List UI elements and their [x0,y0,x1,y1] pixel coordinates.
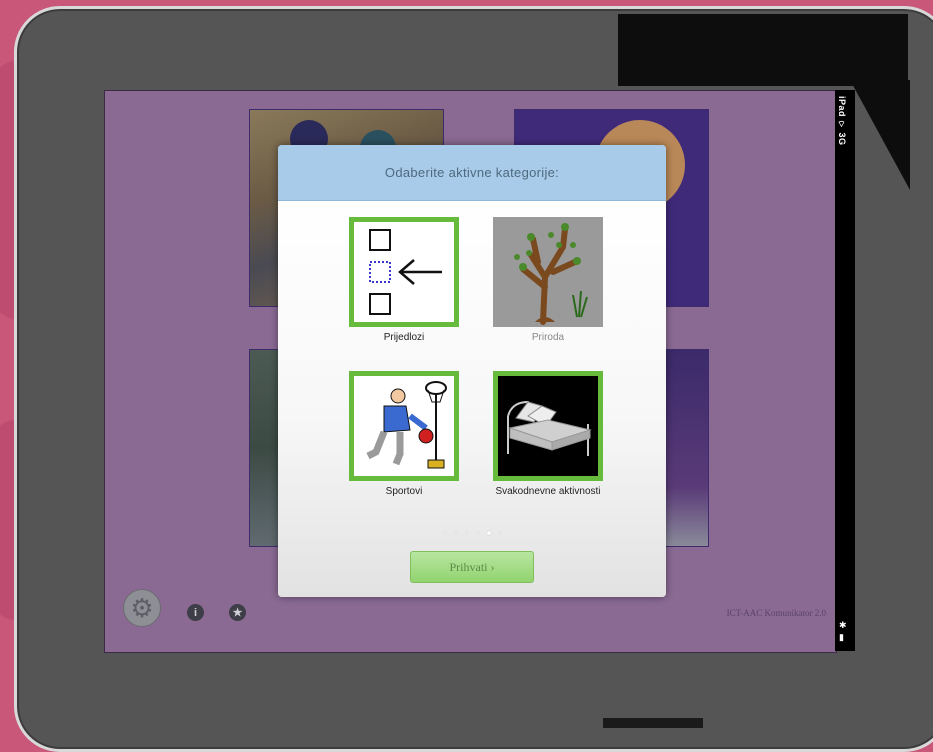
prepositions-icon [349,217,459,327]
dialog-body: Prijedlozi Priroda Sportovi Svakodnevne … [278,201,666,597]
page-dot[interactable] [497,531,502,535]
category-label: Priroda [531,332,565,343]
star-icon[interactable]: ★ [229,604,246,621]
page-dot[interactable] [475,531,480,535]
page-dot[interactable] [442,531,447,535]
info-icon[interactable]: i [187,604,204,621]
frame-decoration [850,80,910,190]
category-label: Prijedlozi [383,332,425,343]
category-label: Svakodnevne aktivnosti [495,486,601,497]
accept-button[interactable]: Prihvati › [410,551,534,583]
settings-gear-icon[interactable]: ⚙ [123,589,161,627]
carrier-label: iPad ⌔ 3G [837,96,847,146]
page-dot[interactable] [453,531,458,535]
bed-icon [493,371,603,481]
basketball-player-icon [349,371,459,481]
category-label: Sportovi [385,486,423,497]
dialog-title: Odaberite aktivne kategorije: [384,165,560,180]
tree-icon [493,217,603,327]
page-indicator[interactable] [278,531,666,535]
category-svakodnevne-aktivnosti[interactable]: Svakodnevne aktivnosti [493,371,603,497]
frame-decoration [618,14,908,86]
page-dot[interactable] [486,531,491,535]
page-dot[interactable] [464,531,469,535]
category-prijedlozi[interactable]: Prijedlozi [349,217,459,343]
dialog-header: Odaberite aktivne kategorije: [278,145,666,201]
category-priroda[interactable]: Priroda [493,217,603,343]
battery-icon: ✱ ▮ [839,620,847,642]
app-version-label: ICT-AAC Komunikator 2.0 [726,608,826,618]
category-sportovi[interactable]: Sportovi [349,371,459,497]
frame-decoration [603,718,703,728]
category-selection-dialog: Odaberite aktivne kategorije: Prijedlozi [278,145,666,597]
status-bar: iPad ⌔ 3G ✱ ▮ [835,90,855,651]
